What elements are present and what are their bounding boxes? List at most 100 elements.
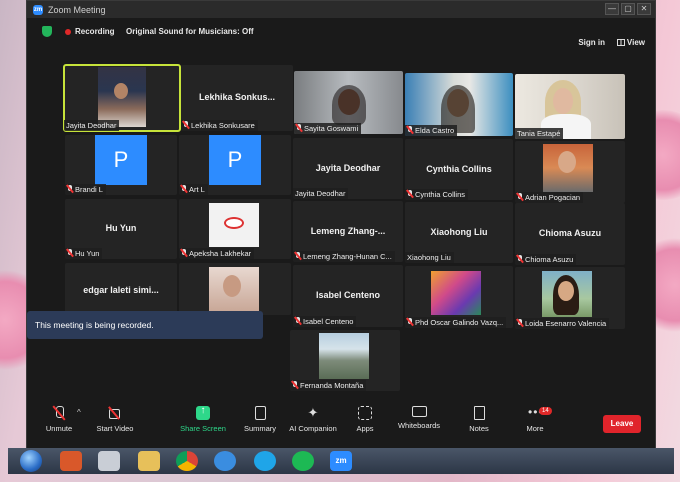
- participant-display-name: Isabel Centeno: [315, 290, 380, 300]
- participant-name: Cynthia Collins: [405, 189, 469, 200]
- view-label: View: [626, 38, 645, 47]
- participant-tile[interactable]: Isabel Centeno Isabel Centeno: [293, 265, 403, 327]
- maximize-button[interactable]: ▢: [621, 3, 635, 15]
- participant-face: [223, 275, 241, 297]
- participant-tile[interactable]: Jayita Deodhar: [63, 64, 181, 132]
- participant-tile[interactable]: Apeksha Lakhekar: [179, 199, 291, 259]
- whiteboards-button[interactable]: Whiteboards: [389, 406, 449, 430]
- window-titlebar: zm Zoom Meeting — ▢ ✕: [27, 1, 655, 18]
- summary-button[interactable]: Summary: [230, 406, 290, 433]
- participant-tile[interactable]: Loida Esenarro Valencia: [515, 267, 625, 329]
- media-player-icon[interactable]: [60, 451, 82, 471]
- documents-icon[interactable]: [98, 451, 120, 471]
- summary-icon: [254, 406, 266, 420]
- muted-mic-icon: [407, 190, 413, 198]
- more-button[interactable]: ••• 14 More: [505, 406, 565, 433]
- participant-tile[interactable]: Elda Castro: [405, 73, 513, 136]
- signin-link[interactable]: Sign in: [578, 38, 605, 47]
- participant-display-name: Chioma Asuzu: [538, 228, 602, 238]
- participant-tile[interactable]: Cynthia Collins Cynthia Collins: [405, 139, 513, 200]
- more-label: More: [526, 424, 544, 433]
- zoom-meeting-window: zm Zoom Meeting — ▢ ✕ Recording Original…: [26, 0, 656, 449]
- meeting-toolbar: Unmute ^ Start Video Share Screen Summar…: [27, 401, 655, 449]
- share-screen-icon: [196, 405, 210, 420]
- participant-name: Sayita Goswami: [294, 123, 362, 134]
- participant-tile[interactable]: Hu Yun Hu Yun: [65, 199, 177, 259]
- apps-icon: [358, 406, 372, 420]
- participant-display-name: Cynthia Collins: [426, 163, 492, 174]
- internet-explorer-icon[interactable]: [214, 451, 236, 471]
- participant-tile[interactable]: Sayita Goswami: [294, 71, 403, 134]
- participant-tile[interactable]: P Brandi L: [65, 135, 177, 195]
- participant-tile[interactable]: Jayita Deodhar Jayita Deodhar: [293, 138, 403, 199]
- whiteboard-icon: [411, 406, 427, 417]
- participant-tile[interactable]: edgar laleti simi...: [65, 263, 177, 315]
- window-title: Zoom Meeting: [48, 4, 106, 15]
- participant-name: Xiaohong Liu: [405, 252, 454, 263]
- apps-button[interactable]: Apps: [335, 406, 395, 433]
- windows-start-icon[interactable]: [20, 450, 42, 472]
- notes-icon: [473, 406, 485, 420]
- participant-tile[interactable]: Chioma Asuzu Chioma Asuzu: [515, 203, 625, 265]
- notes-label: Notes: [469, 424, 489, 433]
- zoom-logo-icon: zm: [33, 4, 43, 15]
- close-button[interactable]: ✕: [637, 3, 651, 15]
- participant-tile[interactable]: Fernanda Montaña: [290, 330, 400, 391]
- share-screen-button[interactable]: Share Screen: [173, 405, 233, 433]
- participant-video: [319, 333, 369, 379]
- recording-dot-icon: [65, 29, 71, 35]
- participant-display-name: Hu Yun: [105, 223, 137, 233]
- participant-hair: [332, 85, 366, 125]
- participant-tile[interactable]: Phd Oscar Galindo Vazq...: [405, 266, 513, 328]
- summary-label: Summary: [243, 424, 277, 433]
- muted-mic-icon: [52, 406, 66, 420]
- participant-display-name: Jayita Deodhar: [315, 162, 381, 173]
- participant-name: Chioma Asuzu: [515, 254, 577, 265]
- participant-name: Jayita Deodhar: [293, 188, 349, 199]
- file-explorer-icon[interactable]: [138, 451, 160, 471]
- participant-tile[interactable]: Tania Estapé: [515, 74, 625, 139]
- participant-face: [114, 83, 128, 99]
- muted-mic-icon: [296, 124, 302, 132]
- participant-tile[interactable]: Lemeng Zhang-... Lemeng Zhang-Hunan C...: [293, 201, 403, 262]
- notes-button[interactable]: Notes: [449, 406, 509, 433]
- participant-name: Hu Yun: [65, 248, 103, 259]
- start-video-button[interactable]: Start Video: [85, 406, 145, 433]
- participant-tile[interactable]: Lekhika Sonkus... Lekhika Sonkusare: [181, 65, 293, 131]
- participant-name: Lemeng Zhang-Hunan C...: [293, 251, 395, 262]
- muted-mic-icon: [67, 249, 73, 257]
- participant-tile[interactable]: P Art L: [179, 135, 291, 195]
- zoom-taskbar-icon[interactable]: zm: [330, 451, 352, 471]
- video-off-icon: [108, 406, 122, 420]
- whiteboards-label: Whiteboards: [397, 421, 441, 430]
- participant-tile[interactable]: Adrian Pogacian: [515, 141, 625, 203]
- skype-icon[interactable]: [254, 451, 276, 471]
- participant-name: Fernanda Montaña: [290, 380, 367, 391]
- recording-label[interactable]: Recording: [75, 27, 115, 36]
- spotify-icon[interactable]: [292, 451, 314, 471]
- grid-view-icon: [616, 39, 625, 46]
- muted-mic-icon: [183, 121, 189, 129]
- participant-display-name: Xiaohong Liu: [430, 226, 488, 237]
- ai-companion-button[interactable]: ✦ AI Companion: [283, 405, 343, 434]
- chevron-up-icon[interactable]: ^: [77, 408, 81, 417]
- participant-name: Tania Estapé: [515, 128, 564, 139]
- participant-tile[interactable]: Xiaohong Liu Xiaohong Liu: [405, 202, 513, 263]
- participant-name: Loida Esenarro Valencia: [515, 318, 610, 329]
- shield-icon[interactable]: [42, 26, 52, 37]
- view-button[interactable]: View: [616, 38, 645, 47]
- participant-face: [558, 151, 576, 173]
- original-sound-label[interactable]: Original Sound for Musicians: Off: [126, 27, 254, 36]
- muted-mic-icon: [181, 185, 187, 193]
- minimize-button[interactable]: —: [605, 3, 619, 15]
- participant-video: [431, 271, 481, 315]
- leave-button[interactable]: Leave: [603, 415, 641, 433]
- participant-avatar: P: [209, 135, 261, 185]
- recording-notification: This meeting is being recorded.: [27, 311, 263, 339]
- muted-mic-icon: [295, 317, 301, 325]
- participant-tile[interactable]: [179, 263, 291, 315]
- sparkle-icon: ✦: [307, 405, 319, 420]
- chrome-icon[interactable]: [176, 451, 198, 471]
- muted-mic-icon: [517, 255, 523, 263]
- windows-taskbar: zm: [8, 448, 674, 474]
